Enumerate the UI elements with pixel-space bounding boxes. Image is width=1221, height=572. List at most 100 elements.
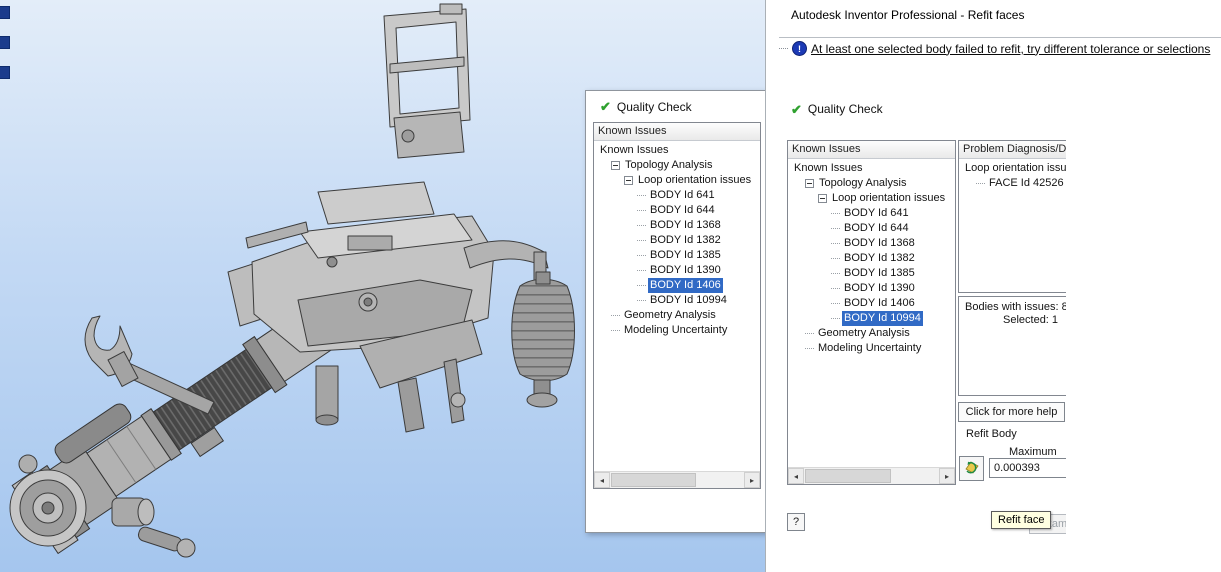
tree-item[interactable]: Loop orientation issues: [788, 191, 955, 206]
tree-item-label[interactable]: BODY Id 1368: [648, 218, 723, 233]
tree-expander-icon[interactable]: [611, 161, 620, 170]
refit-faces-window: Autodesk Inventor Professional - Refit f…: [765, 0, 1221, 572]
tree-item-label[interactable]: BODY Id 641: [842, 206, 911, 221]
browser-panel-icon[interactable]: [0, 36, 10, 49]
tree-connector: [637, 269, 646, 272]
tree-item[interactable]: Loop orientation issues: [594, 173, 760, 188]
refit-body-group-label: Refit Body: [966, 428, 1017, 440]
tree-item-label[interactable]: Known Issues: [598, 143, 670, 158]
tree-expander-icon[interactable]: [818, 194, 827, 203]
tree-item[interactable]: BODY Id 641: [594, 188, 760, 203]
tree-connector: [611, 314, 620, 317]
scrollbar-thumb[interactable]: [611, 473, 697, 487]
tree-item[interactable]: BODY Id 1385: [594, 248, 760, 263]
tree-item[interactable]: Modeling Uncertainty: [594, 323, 760, 338]
browser-panel-icon[interactable]: [0, 66, 10, 79]
tree-item-label[interactable]: Known Issues: [792, 161, 864, 176]
tree-item[interactable]: Modeling Uncertainty: [788, 341, 955, 356]
tree-connector: [831, 302, 840, 305]
tree-connector: [831, 242, 840, 245]
tree-item[interactable]: BODY Id 1368: [594, 218, 760, 233]
scroll-right-arrow[interactable]: ▸: [939, 468, 955, 484]
horizontal-scrollbar: ◂ ▸: [594, 471, 760, 488]
tree-item[interactable]: Known Issues: [594, 143, 760, 158]
tree-expander-icon[interactable]: [805, 179, 814, 188]
tree-item[interactable]: Geometry Analysis: [788, 326, 955, 341]
tree-item-label[interactable]: BODY Id 10994: [648, 293, 729, 308]
tree-item[interactable]: BODY Id 1390: [594, 263, 760, 278]
tree-connector: [637, 284, 646, 287]
browser-panel-icon[interactable]: [0, 6, 10, 19]
scrollbar-track[interactable]: [610, 472, 744, 488]
tree-item-label[interactable]: BODY Id 1382: [648, 233, 723, 248]
tree-item-label[interactable]: Loop orientation issues: [830, 191, 947, 206]
tree-item[interactable]: Topology Analysis: [594, 158, 760, 173]
scroll-left-arrow[interactable]: ◂: [788, 468, 804, 484]
tree-item-label[interactable]: Loop orientation issues: [636, 173, 753, 188]
tree-connector: [831, 257, 840, 260]
tree-item-label[interactable]: Topology Analysis: [817, 176, 908, 191]
refit-body-button[interactable]: [959, 456, 984, 481]
tree-item[interactable]: BODY Id 1406: [594, 278, 760, 293]
tree-item-label[interactable]: Geometry Analysis: [816, 326, 912, 341]
tree-item[interactable]: BODY Id 1385: [788, 266, 955, 281]
tree-connector: [611, 329, 620, 332]
tree-item-label[interactable]: BODY Id 1406: [648, 278, 723, 293]
tree-item[interactable]: BODY Id 1382: [594, 233, 760, 248]
tree-item[interactable]: BODY Id 641: [788, 206, 955, 221]
scroll-left-arrow[interactable]: ◂: [594, 472, 610, 488]
tree-item-label[interactable]: Modeling Uncertainty: [816, 341, 923, 356]
tree-item[interactable]: FACE Id 42526: [959, 176, 1066, 191]
scrollbar-track[interactable]: [804, 468, 939, 484]
refit-face-icon: [964, 461, 979, 474]
tree-item-label[interactable]: Topology Analysis: [623, 158, 714, 173]
maximum-deviation-label: Maximum: [1009, 446, 1057, 458]
tree-item-label[interactable]: BODY Id 644: [648, 203, 717, 218]
tree-item[interactable]: BODY Id 1390: [788, 281, 955, 296]
tree-item-label[interactable]: FACE Id 42526: [987, 176, 1066, 191]
tree-item[interactable]: Loop orientation issu: [959, 161, 1066, 176]
max-deviation-input[interactable]: [989, 458, 1066, 478]
tree-connector: [805, 347, 814, 350]
dialog-titlebar: ✔ Quality Check: [586, 91, 786, 122]
tree-item-label[interactable]: Modeling Uncertainty: [622, 323, 729, 338]
horizontal-scrollbar: ◂ ▸: [788, 467, 955, 484]
tree-connector: [831, 287, 840, 290]
quality-check-dialog: ✔ Quality Check Known Issues Known Issue…: [585, 90, 787, 533]
tree-item-label[interactable]: BODY Id 1385: [648, 248, 723, 263]
diagnosis-tree: Loop orientation issu FACE Id 42526: [959, 159, 1066, 292]
tree-item[interactable]: BODY Id 10994: [594, 293, 760, 308]
tree-connector: [637, 299, 646, 302]
tree-item[interactable]: Known Issues: [788, 161, 955, 176]
tree-item[interactable]: Topology Analysis: [788, 176, 955, 191]
tree-item[interactable]: BODY Id 1368: [788, 236, 955, 251]
tree-item-label[interactable]: BODY Id 10994: [842, 311, 923, 326]
tree-connector: [637, 209, 646, 212]
tree-connector: [637, 224, 646, 227]
tree-item[interactable]: BODY Id 644: [594, 203, 760, 218]
tree-item-label[interactable]: Loop orientation issu: [963, 161, 1066, 176]
tree-item-label[interactable]: BODY Id 1406: [842, 296, 917, 311]
tree-item-label[interactable]: Geometry Analysis: [622, 308, 718, 323]
tree-expander-icon[interactable]: [624, 176, 633, 185]
tree-item[interactable]: BODY Id 1406: [788, 296, 955, 311]
tree-item-label[interactable]: BODY Id 1385: [842, 266, 917, 281]
scrollbar-thumb[interactable]: [805, 469, 891, 483]
scroll-right-arrow[interactable]: ▸: [744, 472, 760, 488]
tree-item-label[interactable]: BODY Id 644: [842, 221, 911, 236]
tree-item[interactable]: BODY Id 10994: [788, 311, 955, 326]
tree-item[interactable]: BODY Id 644: [788, 221, 955, 236]
problem-diagnosis-panel: Problem Diagnosis/De Loop orientation is…: [958, 140, 1066, 293]
tooltip: Refit face: [991, 511, 1052, 529]
tree-item[interactable]: Geometry Analysis: [594, 308, 760, 323]
more-help-button[interactable]: Click for more help: [958, 402, 1065, 422]
check-icon: ✔: [600, 99, 611, 114]
tree-item-label[interactable]: BODY Id 1390: [648, 263, 723, 278]
tree-item[interactable]: BODY Id 1382: [788, 251, 955, 266]
tree-item-label[interactable]: BODY Id 641: [648, 188, 717, 203]
tree-item-label[interactable]: BODY Id 1368: [842, 236, 917, 251]
known-issues-panel: Known Issues Known Issues Topology Analy…: [593, 122, 761, 489]
context-help-button[interactable]: ?: [787, 513, 805, 531]
tree-item-label[interactable]: BODY Id 1382: [842, 251, 917, 266]
tree-item-label[interactable]: BODY Id 1390: [842, 281, 917, 296]
